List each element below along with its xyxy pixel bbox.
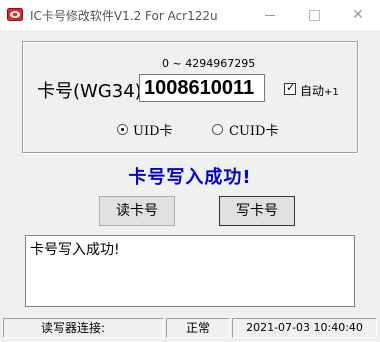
uid-card-radio[interactable]	[117, 124, 128, 135]
minimize-icon	[265, 15, 275, 16]
read-card-button[interactable]: 读卡号	[99, 196, 175, 226]
auto-increment-text: 自动	[300, 84, 325, 98]
reader-connection-label: 读写器连接:	[3, 318, 164, 338]
cuid-card-radio[interactable]	[212, 124, 223, 135]
title-bar: IC卡号修改软件V1.2 For Acr122u ✕	[0, 0, 380, 30]
range-hint: 0 ~ 4294967295	[162, 57, 256, 70]
close-button[interactable]: ✕	[336, 0, 380, 30]
maximize-icon	[309, 10, 320, 21]
card-number-label: 卡号(WG34)	[37, 81, 142, 102]
auto-increment-checkbox[interactable]	[284, 81, 296, 95]
auto-increment-label[interactable]: 自动+1	[300, 82, 339, 99]
close-icon: ✕	[352, 7, 364, 23]
minimize-button[interactable]	[248, 0, 292, 30]
status-message: 卡号写入成功!	[128, 167, 252, 188]
app-icon	[7, 8, 23, 21]
log-textarea[interactable]: 卡号写入成功!	[25, 235, 355, 307]
auto-increment-suffix: +1	[324, 87, 339, 98]
card-number-input[interactable]: 1008610011	[139, 74, 265, 102]
reader-state: 正常	[166, 318, 230, 338]
uid-card-label[interactable]: UID卡	[133, 120, 173, 139]
write-card-button[interactable]: 写卡号	[219, 196, 295, 226]
cuid-card-label[interactable]: CUID卡	[229, 120, 278, 139]
window-title: IC卡号修改软件V1.2 For Acr122u	[30, 9, 218, 23]
maximize-button[interactable]	[292, 0, 336, 30]
status-bar: 读写器连接: 正常 2021-07-03 10:40:40	[0, 316, 380, 342]
datetime-display: 2021-07-03 10:40:40	[232, 318, 377, 338]
